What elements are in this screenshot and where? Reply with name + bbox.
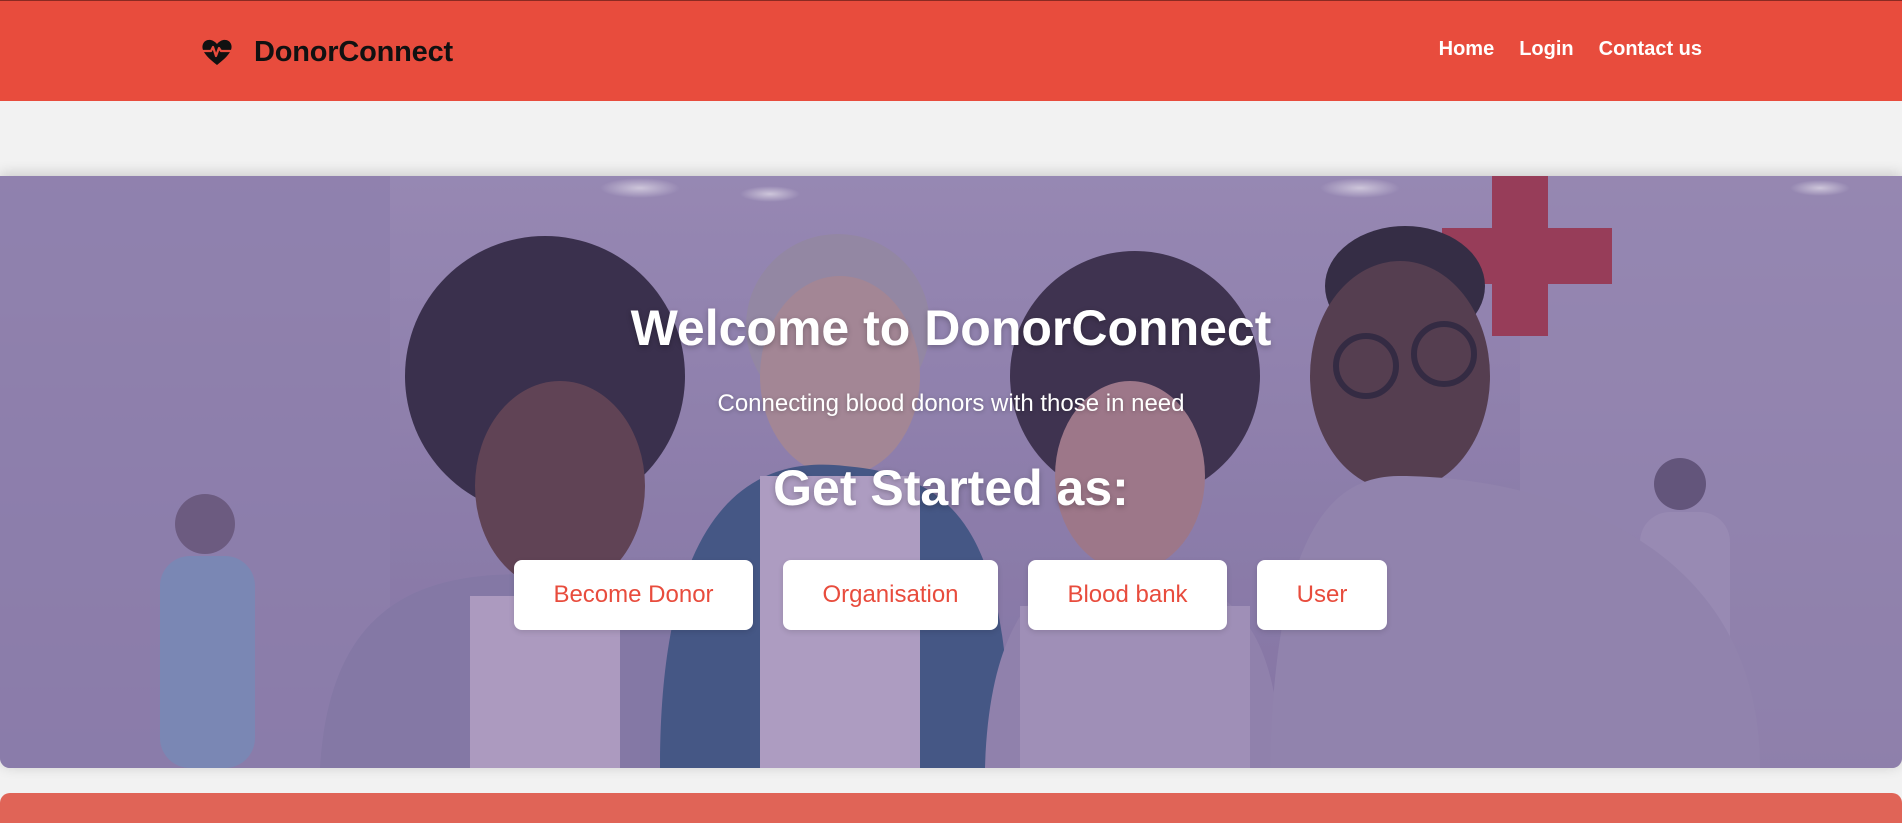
become-donor-button[interactable]: Become Donor bbox=[514, 560, 753, 630]
get-started-heading: Get Started as: bbox=[773, 460, 1129, 516]
hero-title: Welcome to DonorConnect bbox=[630, 300, 1272, 356]
navbar: DonorConnect Home Login Contact us bbox=[0, 0, 1902, 101]
nav-home-link[interactable]: Home bbox=[1439, 38, 1495, 61]
brand[interactable]: DonorConnect bbox=[200, 33, 453, 71]
hero-section: Welcome to DonorConnect Connecting blood… bbox=[0, 176, 1902, 768]
hero-subtitle: Connecting blood donors with those in ne… bbox=[717, 390, 1185, 417]
nav-login-link[interactable]: Login bbox=[1519, 38, 1573, 61]
nav-contact-link[interactable]: Contact us bbox=[1599, 38, 1702, 61]
blood-bank-button[interactable]: Blood bank bbox=[1028, 560, 1227, 630]
user-button[interactable]: User bbox=[1257, 560, 1387, 630]
organisation-button[interactable]: Organisation bbox=[783, 560, 998, 630]
brand-name: DonorConnect bbox=[254, 35, 453, 68]
role-buttons: Become Donor Organisation Blood bank Use… bbox=[0, 560, 1902, 630]
heartbeat-icon bbox=[200, 35, 234, 69]
next-section-strip bbox=[0, 793, 1902, 823]
hero-content: Welcome to DonorConnect Connecting blood… bbox=[0, 176, 1902, 768]
main-nav: Home Login Contact us bbox=[1439, 38, 1702, 61]
